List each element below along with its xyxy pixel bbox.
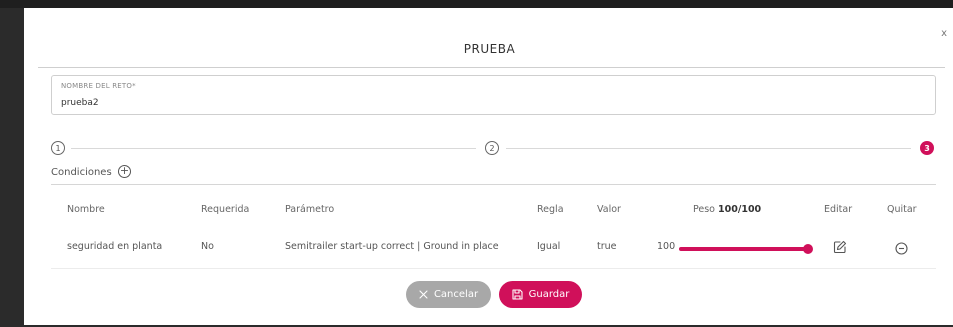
header-valor: Valor [597, 204, 621, 215]
save-button[interactable]: Guardar [499, 281, 582, 308]
step-connector-1 [71, 148, 476, 149]
edit-icon[interactable] [833, 239, 847, 258]
cell-peso-value: 100 [657, 241, 676, 252]
cancel-button[interactable]: Cancelar [406, 281, 491, 308]
step-1[interactable]: 1 [51, 141, 65, 155]
cell-requerida: No [201, 241, 214, 252]
header-parametro: Parámetro [285, 204, 335, 215]
conditions-label: Condiciones [51, 167, 112, 178]
header-quitar: Quitar [887, 204, 917, 215]
save-icon [512, 289, 523, 300]
challenge-name-label: NOMBRE DEL RETO* [61, 82, 136, 90]
header-peso-label: Peso [693, 204, 715, 215]
row-divider [51, 268, 936, 269]
title-divider [38, 67, 945, 68]
cancel-label: Cancelar [433, 289, 479, 300]
header-peso-total: 100/100 [718, 204, 762, 215]
remove-icon[interactable] [895, 240, 908, 259]
cell-regla: Igual [537, 241, 561, 252]
backdrop [0, 0, 953, 8]
challenge-name-field[interactable]: NOMBRE DEL RETO* [51, 75, 936, 115]
conditions-divider [51, 184, 936, 185]
cell-parametro: Semitrailer start-up correct | Ground in… [285, 241, 499, 252]
close-icon [419, 290, 428, 299]
header-nombre: Nombre [67, 204, 105, 215]
header-editar: Editar [824, 204, 853, 215]
header-regla: Regla [537, 204, 564, 215]
step-connector-2 [506, 148, 911, 149]
close-icon[interactable]: x [941, 28, 947, 39]
modal-title: PRUEBA [463, 42, 516, 56]
header-peso: Peso 100/100 [693, 204, 761, 215]
cell-valor: true [597, 241, 617, 252]
step-3[interactable]: 3 [920, 141, 934, 155]
weight-slider-track[interactable] [679, 247, 809, 251]
weight-slider-handle[interactable] [803, 244, 813, 254]
challenge-modal: x PRUEBA NOMBRE DEL RETO* 1 2 3 Condicio… [24, 8, 953, 325]
step-2[interactable]: 2 [485, 141, 499, 155]
header-requerida: Requerida [201, 204, 250, 215]
cell-nombre: seguridad en planta [67, 241, 163, 252]
save-label: Guardar [528, 289, 570, 300]
add-condition-icon[interactable]: + [118, 165, 131, 178]
challenge-name-input[interactable] [61, 98, 361, 108]
